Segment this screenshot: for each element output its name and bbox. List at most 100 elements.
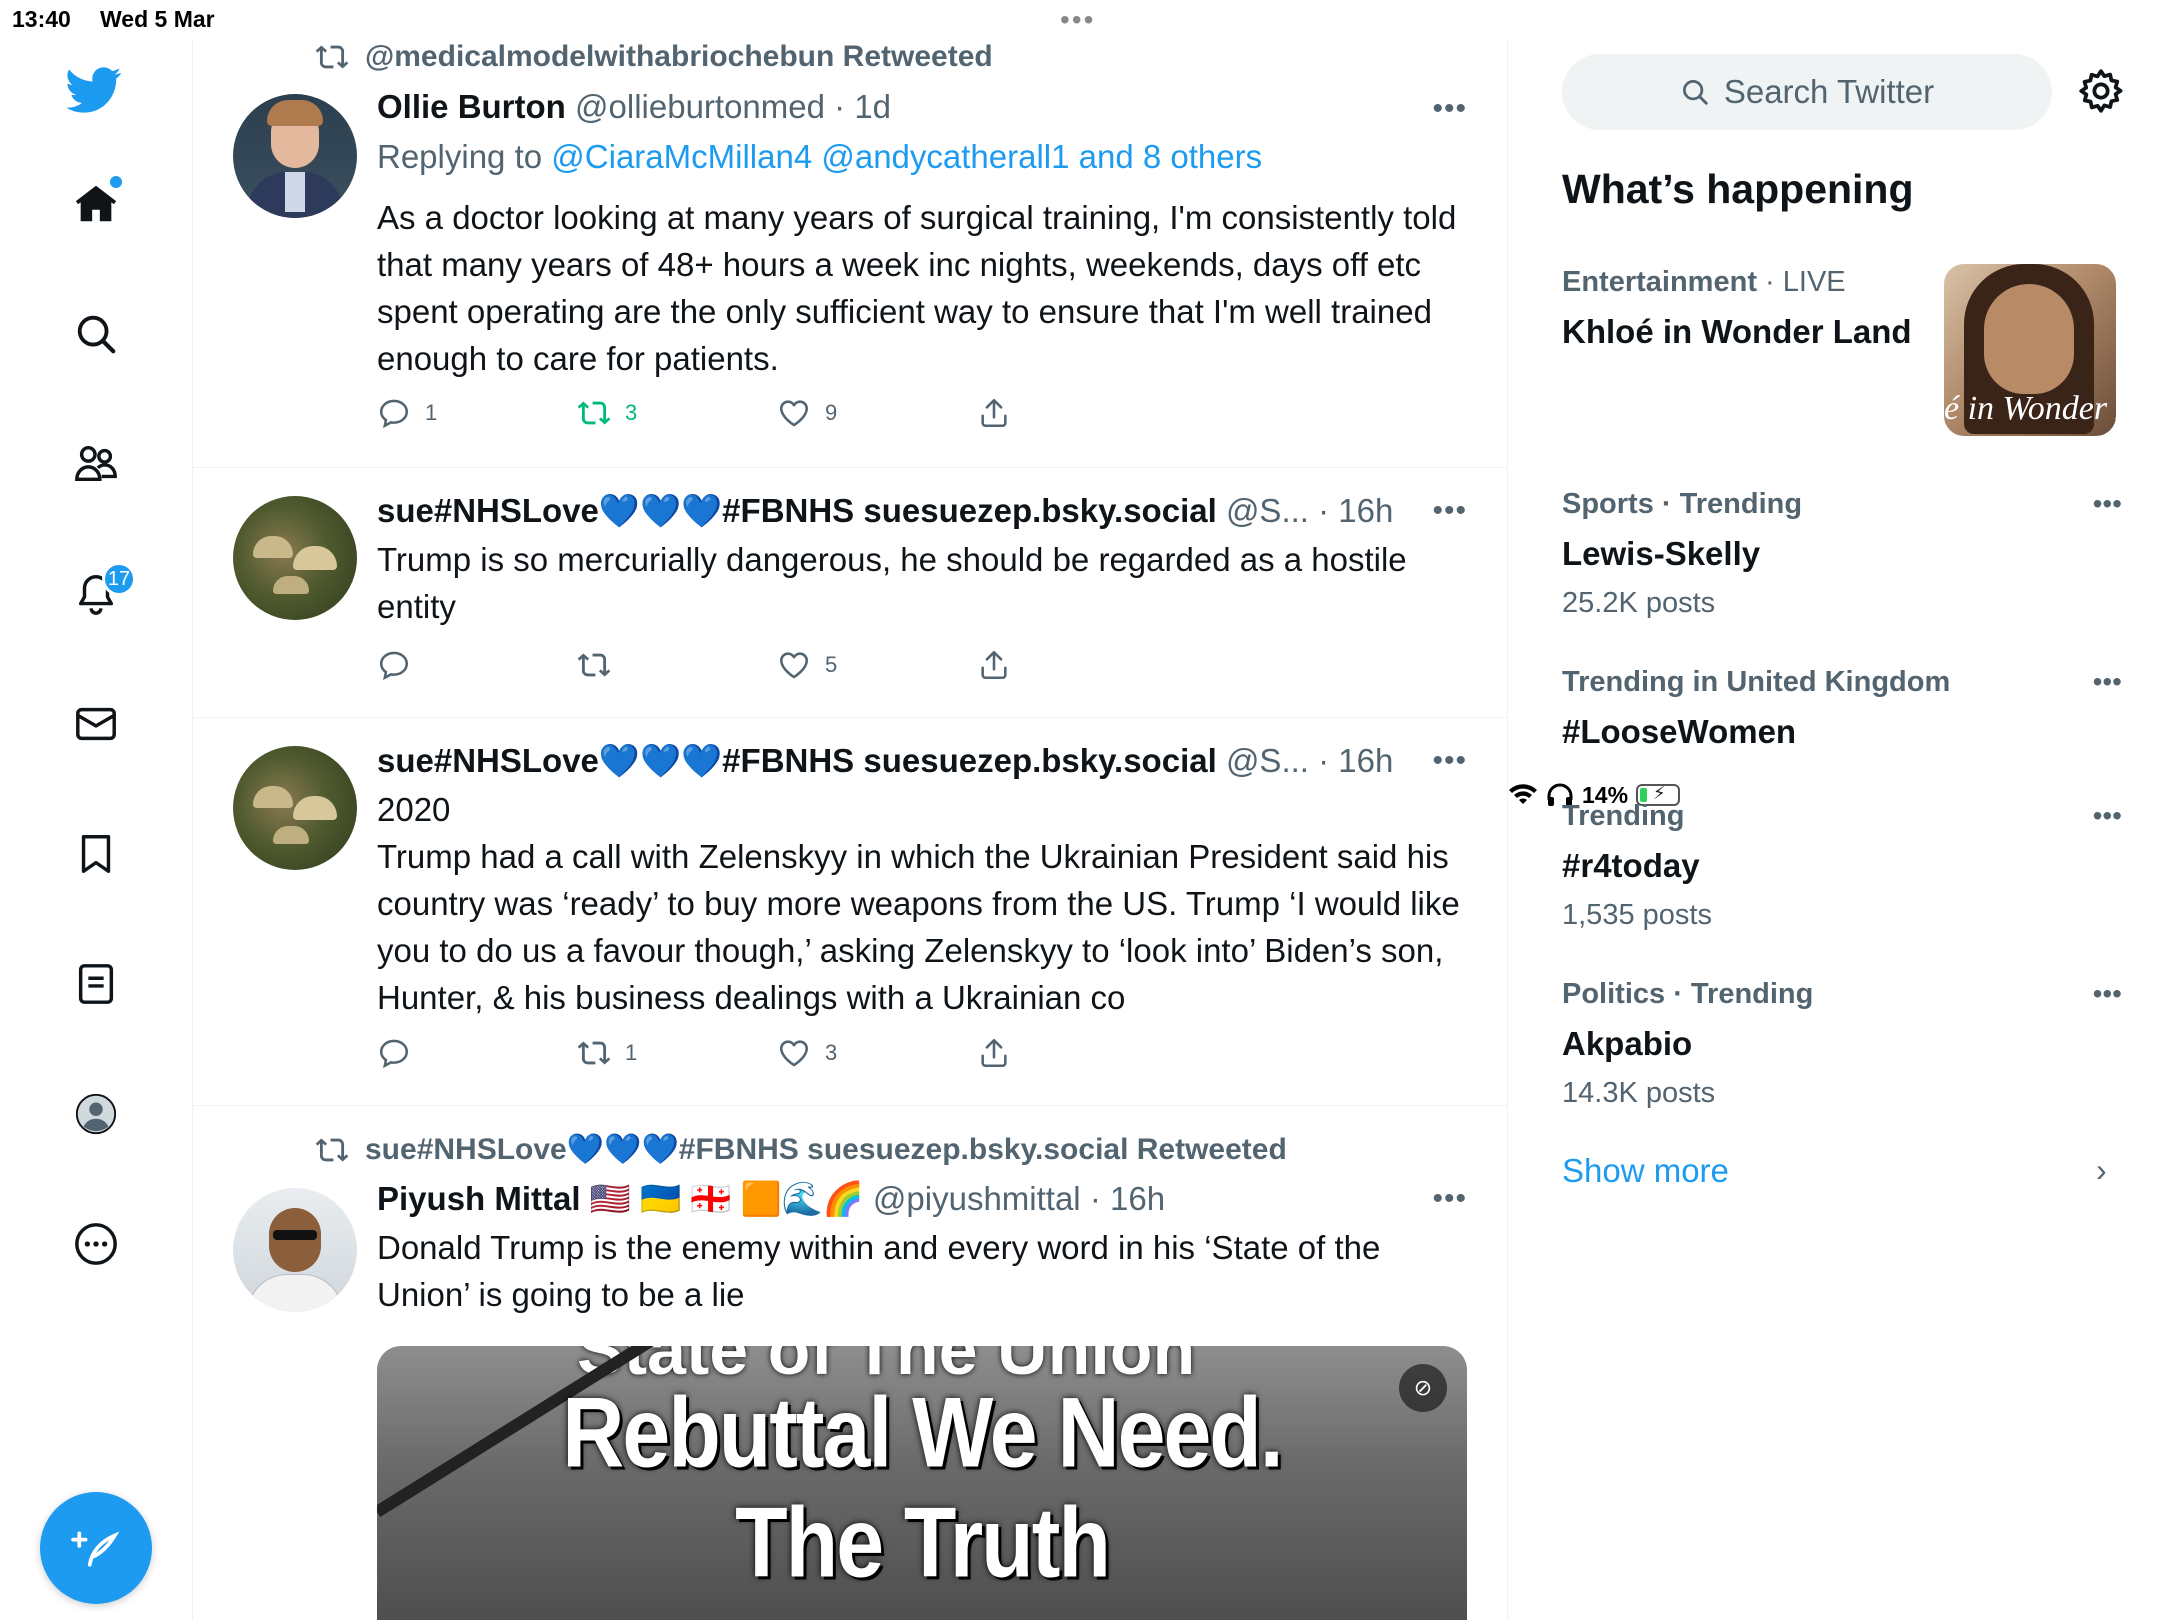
reply-button[interactable]: 1 xyxy=(377,396,577,430)
left-navigation: 17 xyxy=(0,40,193,1620)
nav-messages[interactable] xyxy=(66,694,126,754)
avatar[interactable] xyxy=(233,94,357,218)
user-handle[interactable]: @piyushmittal xyxy=(873,1180,1081,1217)
more-circle-icon xyxy=(75,1223,117,1265)
user-handle[interactable]: @S... xyxy=(1226,742,1309,779)
nav-home[interactable] xyxy=(66,174,126,234)
trend-post-count: 1,535 posts xyxy=(1562,899,1712,931)
tweet[interactable]: sue#NHSLove💙💙💙#FBNHS suesuezep.bsky.soci… xyxy=(193,718,1507,1106)
tweet[interactable]: sue#NHSLove💙💙💙#FBNHS suesuezep.bsky.soci… xyxy=(193,468,1507,718)
reply-icon xyxy=(379,1039,409,1069)
more-options-icon[interactable]: ••• xyxy=(2093,978,2122,1010)
retweet-button[interactable]: 1 xyxy=(577,1036,777,1070)
content-warning-icon[interactable]: ⊘ xyxy=(1399,1364,1447,1412)
share-button[interactable] xyxy=(977,648,1177,682)
retweet-count: 1 xyxy=(625,1040,638,1065)
display-name[interactable]: sue#NHSLove💙💙💙#FBNHS suesuezep.bsky.soci… xyxy=(377,492,1217,529)
more-options-icon[interactable]: ••• xyxy=(1432,494,1467,528)
bookmark-icon xyxy=(81,835,111,873)
more-options-icon[interactable]: ••• xyxy=(1432,92,1467,126)
like-button[interactable]: 9 xyxy=(777,396,977,430)
more-options-icon[interactable]: ••• xyxy=(2093,488,2122,520)
share-icon xyxy=(981,398,1007,428)
tweet-media-image[interactable]: State of The Union Rebuttal We Need. The… xyxy=(377,1346,1467,1620)
tweet[interactable]: sue#NHSLove💙💙💙#FBNHS suesuezep.bsky.soci… xyxy=(193,1106,1507,1620)
heart-icon xyxy=(779,400,809,427)
trend-topic: Lewis-Skelly xyxy=(1562,535,1761,572)
more-options-icon[interactable]: ••• xyxy=(2093,800,2122,832)
retweeted-by-text: @medicalmodelwithabriochebun Retweeted xyxy=(365,40,993,73)
home-icon xyxy=(75,185,117,222)
heart-icon xyxy=(779,1040,809,1067)
trend-item[interactable]: Politics · Trending Akpabio 14.3K posts … xyxy=(1562,978,2122,1110)
retweet-button[interactable]: 3 xyxy=(577,396,777,430)
retweet-indicator: @medicalmodelwithabriochebun Retweeted xyxy=(313,40,993,74)
tweet-time[interactable]: 1d xyxy=(854,88,891,125)
reply-button[interactable] xyxy=(377,1036,577,1070)
nav-notifications[interactable]: 17 xyxy=(66,562,136,624)
tweet-time[interactable]: 16h xyxy=(1338,492,1393,529)
display-name[interactable]: Piyush Mittal 🇺🇸 🇺🇦 🇬🇪 🟧🌊🌈 xyxy=(377,1180,864,1217)
replying-to-label: Replying to xyxy=(377,138,543,175)
tweet-time[interactable]: 16h xyxy=(1338,742,1393,779)
trend-item[interactable]: Trending #r4today 1,535 posts ••• xyxy=(1562,800,2122,932)
gear-icon[interactable] xyxy=(2076,66,2126,116)
more-options-icon[interactable]: ••• xyxy=(1432,1182,1467,1216)
status-time: 13:40 xyxy=(12,6,71,32)
retweet-icon xyxy=(315,1137,349,1161)
replying-to-links[interactable]: @CiaraMcMillan4 @andycatherall1 and 8 ot… xyxy=(551,138,1262,175)
show-more-link[interactable]: Show more xyxy=(1562,1152,1729,1190)
retweet-button[interactable] xyxy=(577,648,777,682)
reply-button[interactable] xyxy=(377,648,577,682)
like-button[interactable]: 3 xyxy=(777,1036,977,1070)
more-options-icon[interactable]: ••• xyxy=(1432,744,1467,778)
trend-category: Entertainment xyxy=(1562,266,1757,298)
search-icon xyxy=(1682,80,1708,105)
retweeted-by-text: sue#NHSLove💙💙💙#FBNHS suesuezep.bsky.soci… xyxy=(365,1133,1287,1166)
like-button[interactable]: 5 xyxy=(777,648,977,682)
tweet-time[interactable]: 16h xyxy=(1110,1180,1165,1217)
trend-image[interactable]: é in Wonder L xyxy=(1944,264,2116,436)
nav-lists[interactable] xyxy=(66,954,126,1014)
timeline: @medicalmodelwithabriochebun Retweeted O… xyxy=(193,40,1508,1620)
nav-communities[interactable] xyxy=(66,434,126,494)
search-placeholder: Search Twitter xyxy=(1723,73,1935,110)
share-button[interactable] xyxy=(977,1036,1177,1070)
trend-topic: #LooseWomen xyxy=(1562,713,1797,750)
trend-topic: #r4today xyxy=(1562,847,1700,884)
nav-profile[interactable] xyxy=(66,1084,126,1144)
share-button[interactable] xyxy=(977,396,1177,430)
trend-item[interactable]: Sports · Trending Lewis-Skelly 25.2K pos… xyxy=(1562,488,2122,620)
display-name[interactable]: sue#NHSLove💙💙💙#FBNHS suesuezep.bsky.soci… xyxy=(377,742,1217,779)
retweet-icon xyxy=(315,45,349,69)
tweet-text: Donald Trump is the enemy within and eve… xyxy=(377,1229,1381,1313)
reply-count: 1 xyxy=(425,400,438,425)
right-sidebar: Search Twitter What’s happening Entertai… xyxy=(1508,40,2160,1620)
tweet-text: Trump is so mercurially dangerous, he sh… xyxy=(377,541,1407,625)
avatar[interactable] xyxy=(233,746,357,870)
like-count: 9 xyxy=(825,400,838,425)
more-options-icon[interactable]: ••• xyxy=(2093,666,2122,698)
display-name[interactable]: Ollie Burton xyxy=(377,88,566,125)
media-caption-line-1: Rebuttal We Need. xyxy=(562,1377,1283,1489)
tweet[interactable]: @medicalmodelwithabriochebun Retweeted O… xyxy=(193,40,1507,468)
user-handle[interactable]: @S... xyxy=(1226,492,1309,529)
twitter-logo-icon[interactable] xyxy=(64,60,124,120)
like-count: 5 xyxy=(825,652,838,677)
retweet-icon xyxy=(577,653,611,677)
nav-bookmarks[interactable] xyxy=(66,824,126,884)
like-count: 3 xyxy=(825,1040,838,1065)
share-icon xyxy=(981,650,1007,680)
avatar[interactable] xyxy=(233,496,357,620)
search-input[interactable]: Search Twitter xyxy=(1562,54,2052,130)
multitasking-dots-icon[interactable]: ••• xyxy=(1060,4,1095,36)
tweet-text: 2020 Trump had a call with Zelenskyy in … xyxy=(377,791,1460,1016)
compose-tweet-button[interactable] xyxy=(40,1492,152,1604)
user-handle[interactable]: @ollieburtonmed xyxy=(575,88,825,125)
nav-more[interactable] xyxy=(66,1214,126,1274)
avatar[interactable] xyxy=(233,1188,357,1312)
trend-item[interactable]: Trending in United Kingdom #LooseWomen •… xyxy=(1562,666,2122,751)
chevron-right-icon[interactable]: › xyxy=(2096,1152,2107,1189)
nav-explore[interactable] xyxy=(66,304,126,364)
retweet-count: 3 xyxy=(625,400,638,425)
